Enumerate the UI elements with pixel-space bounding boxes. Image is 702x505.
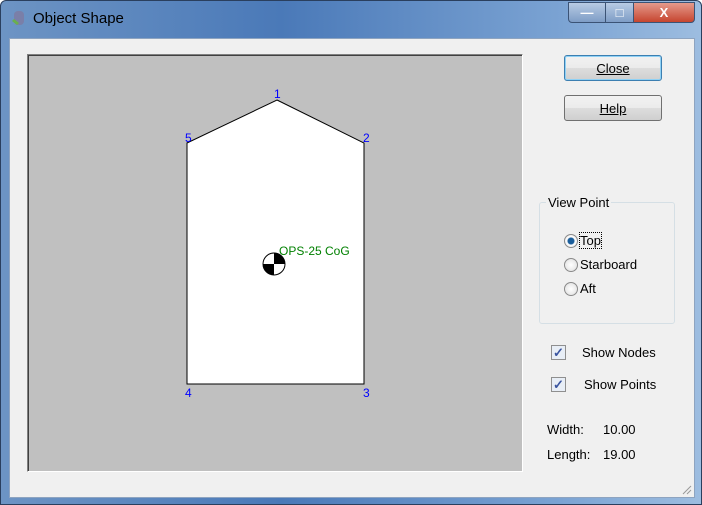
radio-unselected-icon xyxy=(564,257,578,272)
close-button[interactable]: Close xyxy=(564,55,662,81)
show-points-checkbox[interactable]: ✓ Show Points xyxy=(551,377,656,392)
width-label: Width: xyxy=(547,422,584,437)
length-value: 19.00 xyxy=(603,447,636,462)
radio-unselected-icon xyxy=(564,281,578,296)
show-points-label: Show Points xyxy=(584,377,657,392)
cog-label: OPS-25 CoG xyxy=(279,244,350,258)
radio-selected-icon xyxy=(564,233,578,248)
help-button[interactable]: Help xyxy=(564,95,662,121)
maximize-button[interactable]: □ xyxy=(605,2,634,23)
radio-aft[interactable]: Aft xyxy=(564,281,596,296)
radio-top-label: Top xyxy=(579,232,602,249)
node-label-5: 5 xyxy=(185,131,192,145)
radio-starboard[interactable]: Starboard xyxy=(564,257,637,272)
node-label-1: 1 xyxy=(274,87,281,101)
node-label-2: 2 xyxy=(363,131,370,145)
radio-aft-label: Aft xyxy=(580,281,596,296)
dialog-body: 1 2 3 4 5 OPS-25 CoG Close Help View Poi… xyxy=(9,38,695,498)
checkmark-icon: ✓ xyxy=(551,345,566,360)
dialog-window: Object Shape — □ X 1 2 3 4 5 OPS-25 CoG … xyxy=(0,0,702,505)
radio-top[interactable]: Top xyxy=(564,232,602,249)
checkmark-icon: ✓ xyxy=(551,377,566,392)
length-label: Length: xyxy=(547,447,591,462)
show-nodes-checkbox[interactable]: ✓ Show Nodes xyxy=(551,345,656,360)
resize-grip-icon[interactable] xyxy=(680,483,692,495)
close-window-button[interactable]: X xyxy=(633,2,695,23)
node-label-4: 4 xyxy=(185,386,192,400)
shape-drawing: 1 2 3 4 5 OPS-25 CoG xyxy=(185,87,370,400)
shape-canvas[interactable]: 1 2 3 4 5 OPS-25 CoG xyxy=(27,54,523,472)
minimize-button[interactable]: — xyxy=(568,2,606,23)
width-value: 10.00 xyxy=(603,422,636,437)
radio-starboard-label: Starboard xyxy=(580,257,638,272)
view-point-group: View Point Top Starboard Aft xyxy=(539,195,675,324)
show-nodes-label: Show Nodes xyxy=(582,345,656,360)
view-point-label: View Point xyxy=(546,195,612,210)
object-outline xyxy=(186,99,365,385)
node-label-3: 3 xyxy=(363,386,370,400)
app-icon xyxy=(12,11,24,25)
window-title: Object Shape xyxy=(33,10,124,27)
